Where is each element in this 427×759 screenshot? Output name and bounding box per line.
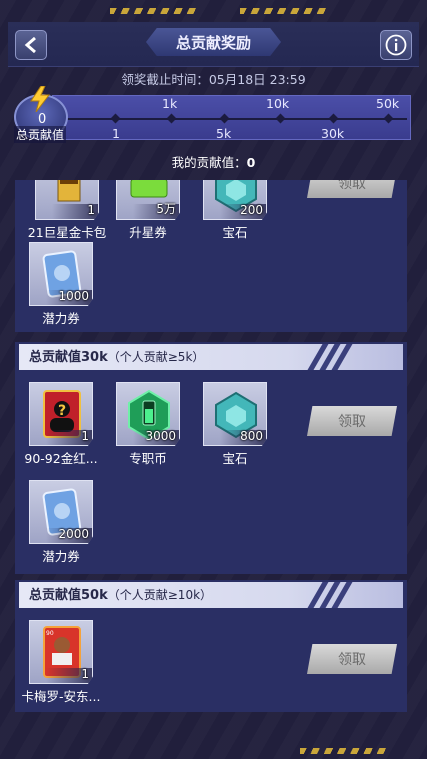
tick-top: 10k xyxy=(266,96,290,111)
tier-title: 总贡献值50k xyxy=(29,588,108,603)
item-count: 3000 xyxy=(145,429,176,443)
my-contribution-value: 0 xyxy=(246,155,256,170)
mystery-player-card-icon: ? 1 xyxy=(29,382,93,446)
total-contribution-label: 总贡献值 xyxy=(14,126,67,143)
item-count: 1 xyxy=(81,667,89,681)
svg-text:90: 90 xyxy=(46,630,54,637)
player-card-icon: 90 1 xyxy=(29,620,93,684)
gem-icon: 800 xyxy=(203,382,267,446)
reward-tier-panel: 总贡献值30k（个人贡献≥5k） ? 1 90-92金红... 3000 专职币 xyxy=(15,342,407,574)
item-count: 1 xyxy=(81,429,89,443)
reward-tier-panel: 总贡献值50k（个人贡献≥10k） 90 1 卡梅罗-安东... 领取 xyxy=(15,580,407,712)
chevron-left-icon xyxy=(24,37,36,53)
potential-ticket-icon: 2000 xyxy=(29,480,93,544)
item-name: 升星券 xyxy=(129,225,167,240)
item-name: 90-92金红... xyxy=(24,451,98,466)
reward-tier-panel: 1 21巨星金卡包 5万 升星券 200 宝石 领取 1000 潜力券 xyxy=(15,180,407,332)
svg-text:?: ? xyxy=(58,403,66,419)
tier-requirement: （个人贡献≥10k） xyxy=(107,588,213,602)
tier-title: 总贡献值30k xyxy=(29,350,108,365)
item-count: 800 xyxy=(240,429,263,443)
tick-bottom: 1 xyxy=(112,126,120,141)
item-name: 21巨星金卡包 xyxy=(27,225,107,240)
item-name: 潜力券 xyxy=(42,311,80,326)
tick-bottom: 5k xyxy=(216,126,232,141)
item-name: 卡梅罗-安东... xyxy=(21,689,101,704)
item-name: 潜力券 xyxy=(42,549,80,564)
page-title: 总贡献奖励 xyxy=(146,28,281,56)
item-count: 1 xyxy=(87,203,95,217)
deadline-text: 领奖截止时间：05月18日 23:59 xyxy=(121,72,306,87)
claim-button[interactable]: 领取 xyxy=(307,644,397,674)
potential-ticket-icon: 1000 xyxy=(29,242,93,306)
gem-icon: 200 xyxy=(203,180,267,220)
item-name: 宝石 xyxy=(222,451,248,466)
info-icon xyxy=(385,34,407,56)
lightning-icon xyxy=(30,86,51,112)
item-count: 200 xyxy=(240,203,263,217)
star-ticket-icon: 5万 xyxy=(116,180,180,220)
card-pack-icon: 1 xyxy=(35,180,99,220)
tick-top: 1k xyxy=(162,96,178,111)
item-name: 专职币 xyxy=(129,451,167,466)
tier-requirement: （个人贡献≥5k） xyxy=(107,350,205,364)
tier-header: 总贡献值50k（个人贡献≥10k） xyxy=(19,582,403,608)
item-count: 2000 xyxy=(58,527,89,541)
tick-top: 50k xyxy=(376,96,400,111)
claim-button[interactable]: 领取 xyxy=(307,406,397,436)
tick-bottom: 30k xyxy=(321,126,345,141)
my-contribution: 我的贡献值：0 xyxy=(0,152,427,171)
decor-stripe xyxy=(240,8,330,14)
item-name: 宝石 xyxy=(222,225,248,240)
battery-coin-icon: 3000 xyxy=(116,382,180,446)
reward-list[interactable]: 1 21巨星金卡包 5万 升星券 200 宝石 领取 1000 潜力券 总贡献值… xyxy=(15,180,407,750)
item-count: 5万 xyxy=(156,202,176,216)
contribution-progress: 0 总贡献值 1k 10k 50k 1 5k 30k xyxy=(8,86,419,143)
tier-header: 总贡献值30k（个人贡献≥5k） xyxy=(19,344,403,370)
claim-button[interactable]: 领取 xyxy=(307,180,397,198)
app-frame: 总贡献奖励 领奖截止时间：05月18日 23:59 0 总贡献值 1k 10k … xyxy=(0,0,427,759)
item-count: 1000 xyxy=(58,289,89,303)
my-contribution-label: 我的贡献值： xyxy=(171,155,247,170)
info-button[interactable] xyxy=(380,30,412,60)
total-contribution-value: 0 xyxy=(38,112,47,127)
back-button[interactable] xyxy=(15,30,47,60)
decor-stripe xyxy=(110,8,200,14)
